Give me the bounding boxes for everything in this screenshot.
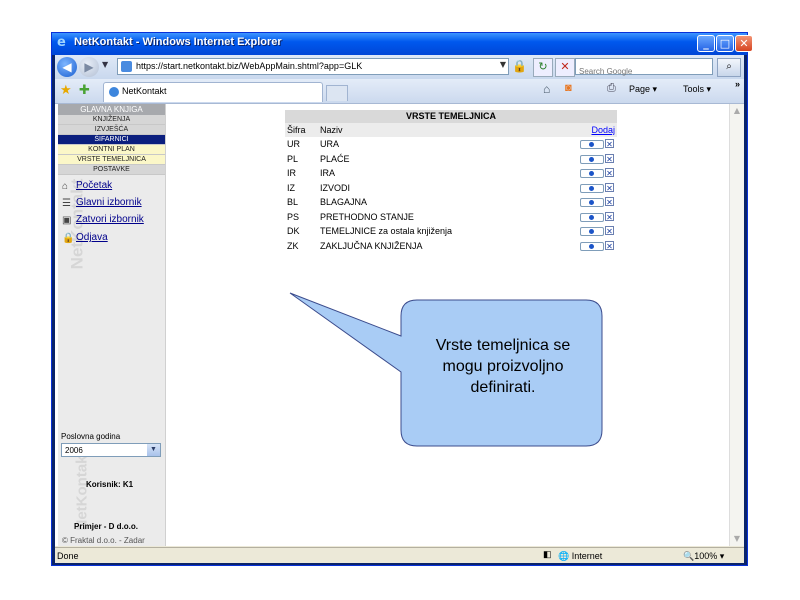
add-favorites-icon[interactable]: ✚ <box>79 83 90 98</box>
globe-icon: 🌐 <box>558 551 570 561</box>
zoom-level[interactable]: 🔍100% ▾ <box>683 551 724 562</box>
ie-logo-icon: e <box>57 35 66 50</box>
address-dropdown-icon[interactable]: ▼ <box>500 60 506 69</box>
close-button[interactable]: ✕ <box>735 35 753 52</box>
tab-netkontakt[interactable]: NetKontakt <box>103 82 323 102</box>
stop-button[interactable]: ✕ <box>555 58 575 77</box>
search-button[interactable]: ⌕ <box>717 58 741 77</box>
back-button[interactable]: ◀ <box>57 57 77 77</box>
more-commands-icon[interactable]: » <box>735 79 740 89</box>
history-dropdown-icon[interactable]: ▼ <box>102 60 108 69</box>
protected-mode-icon[interactable]: ◧ <box>543 549 555 561</box>
zoom-value: 100% <box>694 551 718 561</box>
home-icon[interactable]: ⌂ <box>543 82 550 96</box>
browser-window: e NetKontakt - Windows Internet Explorer… <box>51 32 753 566</box>
print-icon[interactable]: ⎙ <box>607 82 616 95</box>
callout-line-1: Vrste temeljnica se <box>436 337 571 354</box>
tab-page-icon <box>109 87 119 97</box>
search-box[interactable] <box>575 58 713 79</box>
minimize-button[interactable]: _ <box>697 35 715 52</box>
zoom-icon: 🔍 <box>683 551 695 561</box>
window-title: NetKontakt - Windows Internet Explorer <box>74 36 282 48</box>
status-text: Done <box>57 551 79 561</box>
address-bar[interactable]: https://start.netkontakt.biz/WebAppMain.… <box>117 58 509 75</box>
page-menu[interactable]: Page ▾ <box>629 84 657 95</box>
security-zone[interactable]: 🌐 Internet <box>558 551 602 562</box>
favorites-star-icon[interactable]: ★ <box>60 83 72 98</box>
vertical-scrollbar[interactable]: ▲ ▼ <box>729 104 744 546</box>
callout-bubble: Vrste temeljnica se mogu proizvoljno def… <box>289 292 603 447</box>
search-input[interactable] <box>576 64 712 79</box>
tools-menu[interactable]: Tools ▾ <box>683 84 711 95</box>
page-viewport: NetKontakt NetKontakt GLAVNA KNJIGA KNJI… <box>55 104 744 546</box>
maximize-button[interactable]: □ <box>716 35 734 52</box>
address-url[interactable]: https://start.netkontakt.biz/WebAppMain.… <box>136 61 362 71</box>
status-bar: Done ◧ 🌐 Internet 🔍100% ▾ <box>55 547 744 563</box>
browser-client: ◀ ▶ ▼ https://start.netkontakt.biz/WebAp… <box>55 55 744 563</box>
scroll-up-icon[interactable]: ▲ <box>730 104 744 118</box>
tab-label: NetKontakt <box>122 86 167 96</box>
feeds-icon[interactable]: ◙ <box>565 82 572 94</box>
refresh-button[interactable]: ↻ <box>533 58 553 77</box>
tab-row: ★ ✚ NetKontakt ⌂ ◙ ⎙ Page ▾ Tools ▾ » <box>55 79 744 104</box>
new-tab-button[interactable] <box>326 85 348 101</box>
zone-label: Internet <box>571 551 603 561</box>
address-row: ◀ ▶ ▼ https://start.netkontakt.biz/WebAp… <box>55 55 744 79</box>
scroll-down-icon[interactable]: ▼ <box>730 532 744 546</box>
title-bar[interactable]: e NetKontakt - Windows Internet Explorer… <box>52 33 753 55</box>
callout-line-3: definirati. <box>471 379 536 396</box>
page-icon <box>121 61 132 72</box>
forward-button[interactable]: ▶ <box>79 57 99 77</box>
lock-icon[interactable]: 🔒 <box>512 59 527 73</box>
callout-line-2: mogu proizvoljno <box>443 358 564 375</box>
